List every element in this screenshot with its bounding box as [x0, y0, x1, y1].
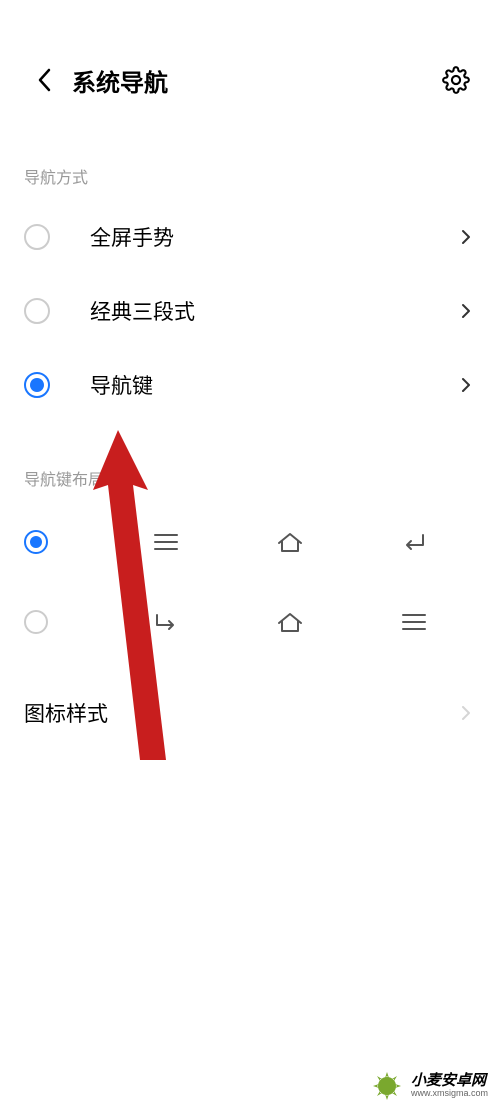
page-title: 系统导航 — [72, 63, 168, 98]
settings-button[interactable] — [436, 60, 476, 100]
header: 系统导航 — [0, 0, 500, 120]
chevron-right-icon — [456, 301, 476, 321]
back-button[interactable] — [24, 60, 64, 100]
layout-option-1[interactable] — [0, 502, 500, 582]
section-label-nav-layout: 导航键布局 — [0, 442, 500, 502]
option-label: 全屏手势 — [90, 222, 456, 252]
home-icon — [272, 524, 308, 560]
option-label: 导航键 — [90, 370, 456, 400]
icon-style-row[interactable]: 图标样式 — [0, 672, 500, 754]
gear-icon — [442, 66, 470, 94]
radio-selected — [24, 530, 48, 554]
chevron-right-icon — [456, 375, 476, 395]
nav-icons-group — [84, 604, 476, 640]
option-fullscreen-gesture[interactable]: 全屏手势 — [0, 200, 500, 274]
radio-unselected — [24, 298, 50, 324]
option-nav-keys[interactable]: 导航键 — [0, 348, 500, 422]
nav-layout-section: 导航键布局 — [0, 442, 500, 662]
menu-icon — [396, 604, 432, 640]
nav-icons-group — [84, 524, 476, 560]
icon-style-label: 图标样式 — [24, 698, 456, 728]
layout-option-2[interactable] — [0, 582, 500, 662]
chevron-right-icon — [456, 703, 476, 723]
radio-selected — [24, 372, 50, 398]
watermark-logo-icon — [369, 1068, 405, 1104]
radio-unselected — [24, 224, 50, 250]
watermark-url: www.xmsigma.com — [411, 1089, 488, 1099]
chevron-right-icon — [456, 227, 476, 247]
chevron-left-icon — [37, 68, 51, 92]
watermark-text: 小麦安卓网 www.xmsigma.com — [411, 1073, 488, 1099]
menu-icon — [148, 524, 184, 560]
option-label: 经典三段式 — [90, 296, 456, 326]
watermark: 小麦安卓网 www.xmsigma.com — [369, 1068, 488, 1104]
watermark-name: 小麦安卓网 — [411, 1073, 488, 1090]
back-icon — [148, 604, 184, 640]
radio-unselected — [24, 610, 48, 634]
section-label-nav-method: 导航方式 — [0, 140, 500, 200]
home-icon — [272, 604, 308, 640]
back-icon — [396, 524, 432, 560]
option-classic-three[interactable]: 经典三段式 — [0, 274, 500, 348]
